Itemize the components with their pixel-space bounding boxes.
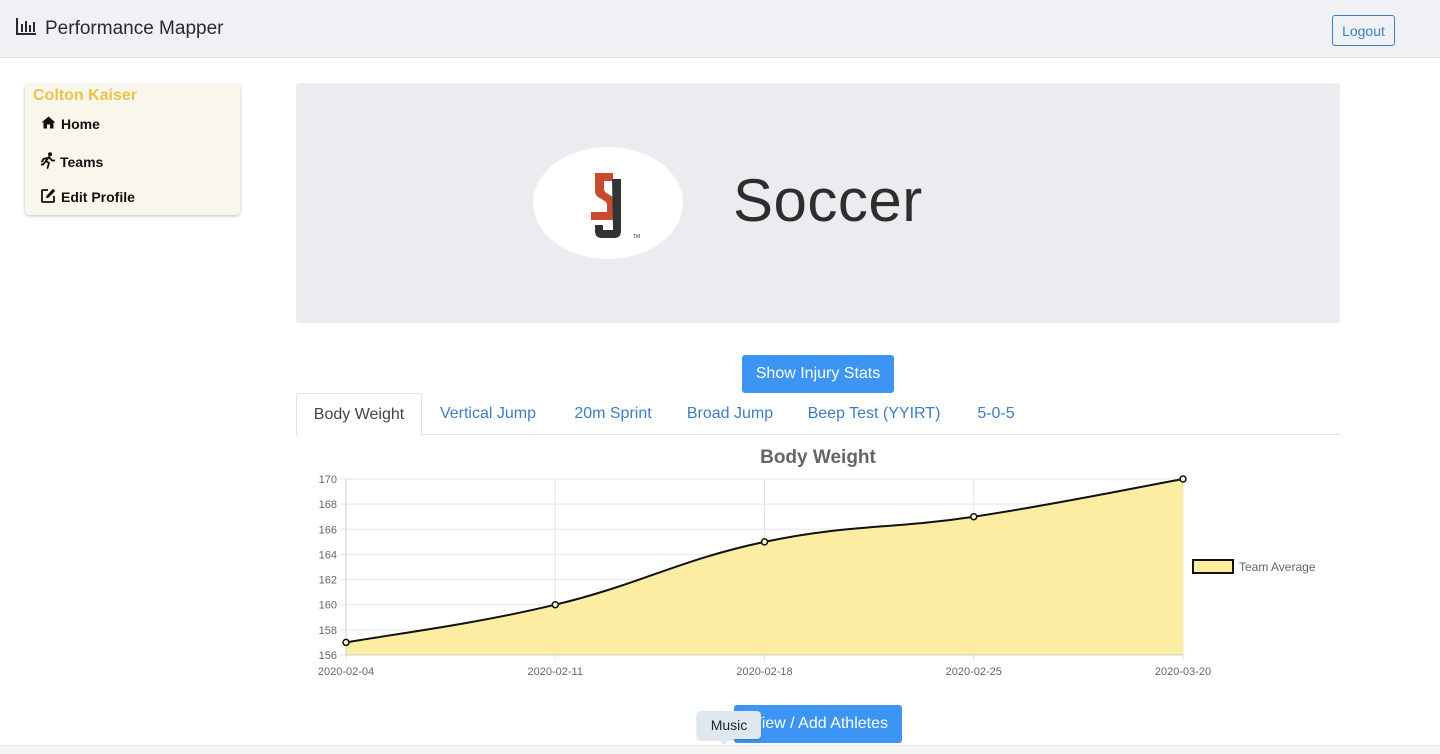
metric-tabs: Body Weight Vertical Jump 20m Sprint Bro… xyxy=(296,393,1340,436)
data-point xyxy=(1179,475,1187,483)
chart-title: Body Weight xyxy=(760,447,876,468)
y-tick-label: 164 xyxy=(319,549,337,561)
y-tick-label: 156 xyxy=(319,650,337,662)
top-navbar: Performance Mapper Logout xyxy=(0,0,1440,58)
sidebar-item-home[interactable]: Home xyxy=(41,116,100,132)
data-point xyxy=(551,600,559,609)
tab-20m-sprint[interactable]: 20m Sprint xyxy=(558,393,668,435)
y-tick-label: 158 xyxy=(319,625,337,637)
body-weight-chart: Body Weight 156 158 160 162 164 166 168 170 2020-… xyxy=(296,440,1340,690)
sidebar-user-name: Colton Kaiser xyxy=(33,87,138,104)
brand[interactable]: Performance Mapper xyxy=(16,17,223,40)
tab-broad-jump[interactable]: Broad Jump xyxy=(673,393,787,435)
y-tick-label: 170 xyxy=(319,474,337,486)
app-title: Performance Mapper xyxy=(45,17,224,39)
tooltip-tail xyxy=(717,738,731,745)
home-icon xyxy=(41,116,56,132)
y-tick-label: 162 xyxy=(319,575,337,587)
x-tick-label: 2020-02-25 xyxy=(946,666,1002,678)
sidebar-item-label: Edit Profile xyxy=(61,189,135,205)
legend-label: Team Average xyxy=(1239,560,1316,574)
y-tick-label: 168 xyxy=(319,499,337,511)
y-tick-label: 166 xyxy=(319,524,337,536)
su-logo-icon: TM xyxy=(591,173,640,240)
svg-text:TM: TM xyxy=(633,234,640,240)
team-header: TM Soccer xyxy=(296,83,1340,323)
show-injury-stats-button[interactable]: Show Injury Stats xyxy=(742,355,894,393)
edit-icon xyxy=(41,188,56,206)
sidebar-item-edit-profile[interactable]: Edit Profile xyxy=(41,188,135,206)
data-point xyxy=(760,538,769,546)
legend-swatch xyxy=(1192,559,1234,574)
team-name: Soccer xyxy=(733,167,923,234)
running-icon xyxy=(40,152,56,172)
x-tick-label: 2020-02-04 xyxy=(318,666,374,678)
bar-chart-icon xyxy=(16,17,37,40)
sidebar-item-label: Home xyxy=(61,116,100,132)
bottom-edge xyxy=(0,745,1440,754)
data-point xyxy=(970,512,978,521)
tab-beep-test[interactable]: Beep Test (YYIRT) xyxy=(791,393,957,435)
tab-body-weight[interactable]: Body Weight xyxy=(296,393,422,436)
logout-button[interactable]: Logout xyxy=(1332,15,1395,46)
sidebar-item-label: Teams xyxy=(60,154,104,170)
data-point xyxy=(342,638,350,647)
dock-tooltip: Music xyxy=(697,711,761,739)
sidebar-item-teams[interactable]: Teams xyxy=(40,152,104,172)
chart-canvas: Body Weight 156 158 160 162 164 166 168 170 2020-… xyxy=(318,447,1316,678)
sidebar: Colton Kaiser Home Teams Edit Profile xyxy=(25,84,240,215)
x-tick-label: 2020-02-11 xyxy=(528,666,583,678)
tab-vertical-jump[interactable]: Vertical Jump xyxy=(422,393,554,435)
x-tick-label: 2020-02-18 xyxy=(736,666,792,678)
team-logo: TM xyxy=(533,147,683,259)
tab-5-0-5[interactable]: 5-0-5 xyxy=(961,393,1031,435)
y-tick-label: 160 xyxy=(319,600,337,612)
x-tick-label: 2020-03-20 xyxy=(1155,666,1211,678)
